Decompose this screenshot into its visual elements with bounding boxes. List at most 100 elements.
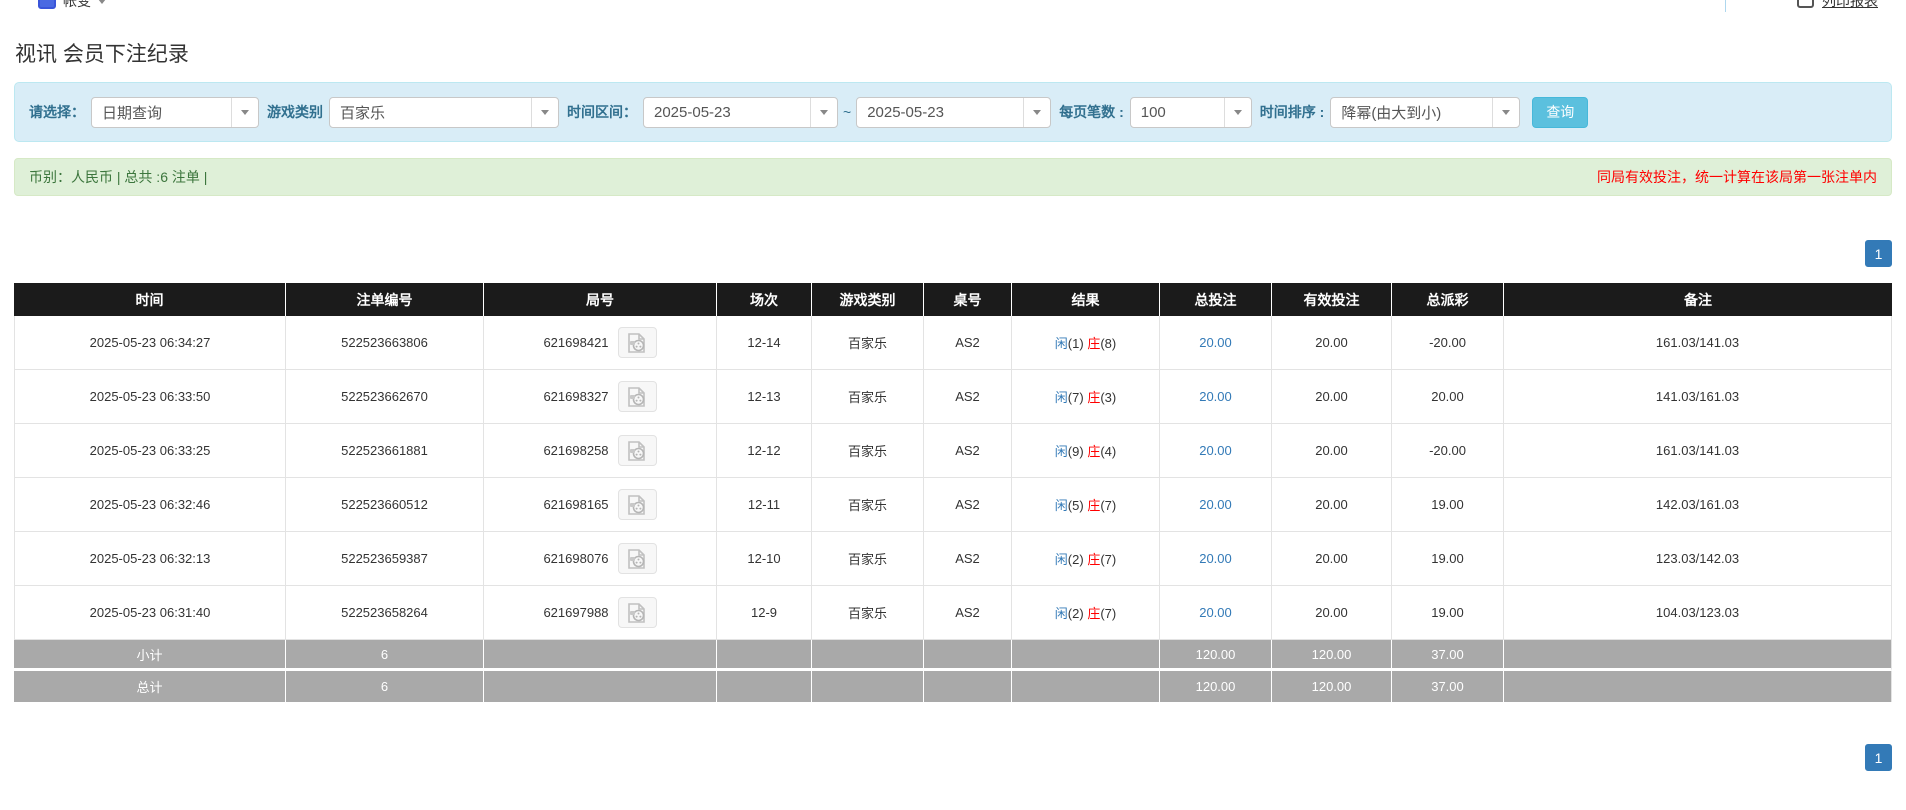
remark-cell: 141.03/161.03 xyxy=(1504,370,1892,424)
topbar-left-link[interactable]: 帐变 xyxy=(38,0,106,11)
total-bet-link[interactable]: 20.00 xyxy=(1199,551,1232,566)
remark-cell: 142.03/161.03 xyxy=(1504,478,1892,532)
result-banker: 庄 xyxy=(1087,552,1100,567)
query-type-label: 请选择： xyxy=(29,102,85,122)
query-type-select[interactable]: 日期查询 xyxy=(91,97,259,128)
sort-select[interactable]: 降幂(由大到小) xyxy=(1330,97,1520,128)
bet-records-table: 时间注单编号局号场次游戏类别桌号结果总投注有效投注总派彩备注 2025-05-2… xyxy=(14,283,1892,702)
round-id-cell: 621698076 xyxy=(484,532,717,586)
topbar-right-label: 列印报表 xyxy=(1822,0,1878,11)
total-bet-link[interactable]: 20.00 xyxy=(1199,605,1232,620)
total-bet-link[interactable]: 20.00 xyxy=(1199,389,1232,404)
valid-bet-cell: 20.00 xyxy=(1272,424,1392,478)
result-player-points: (7) xyxy=(1068,390,1084,405)
per-page-value: 100 xyxy=(1131,104,1224,121)
result-banker: 庄 xyxy=(1087,444,1100,459)
column-header: 注单编号 xyxy=(286,283,484,316)
remark-cell: 161.03/141.03 xyxy=(1504,316,1892,370)
result-player: 闲 xyxy=(1055,444,1068,459)
print-icon xyxy=(1797,0,1814,8)
time-range-label: 时间区间： xyxy=(567,102,637,122)
video-replay-button[interactable] xyxy=(618,327,657,358)
subtotal-row-empty xyxy=(812,640,924,671)
valid-bet-cell: 20.00 xyxy=(1272,316,1392,370)
result-cell: 闲(1) 庄(8) xyxy=(1012,316,1160,370)
time-cell: 2025-05-23 06:34:27 xyxy=(14,316,286,370)
table-no-cell: AS2 xyxy=(924,478,1012,532)
bet-id-cell: 522523660512 xyxy=(286,478,484,532)
summary-bar: 币别：人民币 | 总共 :6 注单 | 同局有效投注，统一计算在该局第一张注单内 xyxy=(14,158,1892,196)
table-no-cell: AS2 xyxy=(924,532,1012,586)
result-cell: 闲(2) 庄(7) xyxy=(1012,532,1160,586)
total-bet-link[interactable]: 20.00 xyxy=(1199,443,1232,458)
video-replay-button[interactable] xyxy=(618,597,657,628)
valid-bet-cell: 20.00 xyxy=(1272,478,1392,532)
date-to-select[interactable]: 2025-05-23 xyxy=(856,97,1051,128)
query-button[interactable]: 查询 xyxy=(1532,97,1588,128)
video-replay-icon xyxy=(626,495,648,515)
payout-cell: 19.00 xyxy=(1392,586,1504,640)
bet-id-cell: 522523658264 xyxy=(286,586,484,640)
total-row-empty xyxy=(717,671,812,702)
table-row: 2025-05-23 06:32:46522523660512621698165… xyxy=(14,478,1892,532)
column-header: 游戏类别 xyxy=(812,283,924,316)
subtotal-row-valid-bet: 120.00 xyxy=(1272,640,1392,671)
game-type-cell: 百家乐 xyxy=(812,586,924,640)
topbar-right-link[interactable]: 列印报表 xyxy=(1797,0,1878,11)
subtotal-row-payout: 37.00 xyxy=(1392,640,1504,671)
time-cell: 2025-05-23 06:31:40 xyxy=(14,586,286,640)
page-button-top[interactable]: 1 xyxy=(1865,240,1892,267)
result-player: 闲 xyxy=(1055,552,1068,567)
session-cell: 12-11 xyxy=(717,478,812,532)
bet-id-cell: 522523662670 xyxy=(286,370,484,424)
column-header: 备注 xyxy=(1504,283,1892,316)
result-banker-points: (8) xyxy=(1100,336,1116,351)
valid-bet-cell: 20.00 xyxy=(1272,586,1392,640)
session-cell: 12-12 xyxy=(717,424,812,478)
result-player: 闲 xyxy=(1055,336,1068,351)
total-bet-link[interactable]: 20.00 xyxy=(1199,497,1232,512)
time-cell: 2025-05-23 06:33:25 xyxy=(14,424,286,478)
filter-bar: 请选择： 日期查询 游戏类别 百家乐 时间区间： 2025-05-23 ~ 20… xyxy=(14,82,1892,142)
chevron-down-icon xyxy=(231,98,258,127)
game-type-cell: 百家乐 xyxy=(812,478,924,532)
result-banker-points: (3) xyxy=(1100,390,1116,405)
topbar-left-label: 帐变 xyxy=(63,0,91,11)
time-cell: 2025-05-23 06:32:46 xyxy=(14,478,286,532)
valid-bet-cell: 20.00 xyxy=(1272,370,1392,424)
per-page-select[interactable]: 100 xyxy=(1130,97,1252,128)
result-player: 闲 xyxy=(1055,498,1068,513)
same-round-notice: 同局有效投注，统一计算在该局第一张注单内 xyxy=(1597,167,1877,187)
column-header: 时间 xyxy=(14,283,286,316)
video-replay-button[interactable] xyxy=(618,381,657,412)
subtotal-row-total-bet: 120.00 xyxy=(1160,640,1272,671)
chevron-down-icon xyxy=(1224,98,1251,127)
subtotal-row: 小计6120.00120.0037.00 xyxy=(14,640,1892,671)
total-bet-cell: 20.00 xyxy=(1160,586,1272,640)
result-player: 闲 xyxy=(1055,390,1068,405)
table-no-cell: AS2 xyxy=(924,370,1012,424)
subtotal-row-remark xyxy=(1504,640,1892,671)
total-bet-cell: 20.00 xyxy=(1160,532,1272,586)
total-row-empty xyxy=(812,671,924,702)
game-type-cell: 百家乐 xyxy=(812,532,924,586)
date-from-select[interactable]: 2025-05-23 xyxy=(643,97,838,128)
result-player-points: (2) xyxy=(1068,606,1084,621)
total-bet-link[interactable]: 20.00 xyxy=(1199,335,1232,350)
video-replay-button[interactable] xyxy=(618,435,657,466)
date-to-value: 2025-05-23 xyxy=(857,104,1023,121)
result-cell: 闲(7) 庄(3) xyxy=(1012,370,1160,424)
result-cell: 闲(9) 庄(4) xyxy=(1012,424,1160,478)
page-button-bottom[interactable]: 1 xyxy=(1865,744,1892,771)
game-type-select[interactable]: 百家乐 xyxy=(329,97,559,128)
game-type-cell: 百家乐 xyxy=(812,316,924,370)
video-replay-button[interactable] xyxy=(618,489,657,520)
subtotal-row-empty xyxy=(1012,640,1160,671)
payout-cell: 19.00 xyxy=(1392,532,1504,586)
total-bet-cell: 20.00 xyxy=(1160,424,1272,478)
column-header: 场次 xyxy=(717,283,812,316)
session-cell: 12-13 xyxy=(717,370,812,424)
video-replay-button[interactable] xyxy=(618,543,657,574)
page: 帐变 列印报表 视讯 会员下注纪录 请选择： 日期查询 游戏类别 百家乐 时间区… xyxy=(0,0,1906,810)
page-title: 视讯 会员下注纪录 xyxy=(15,38,189,68)
